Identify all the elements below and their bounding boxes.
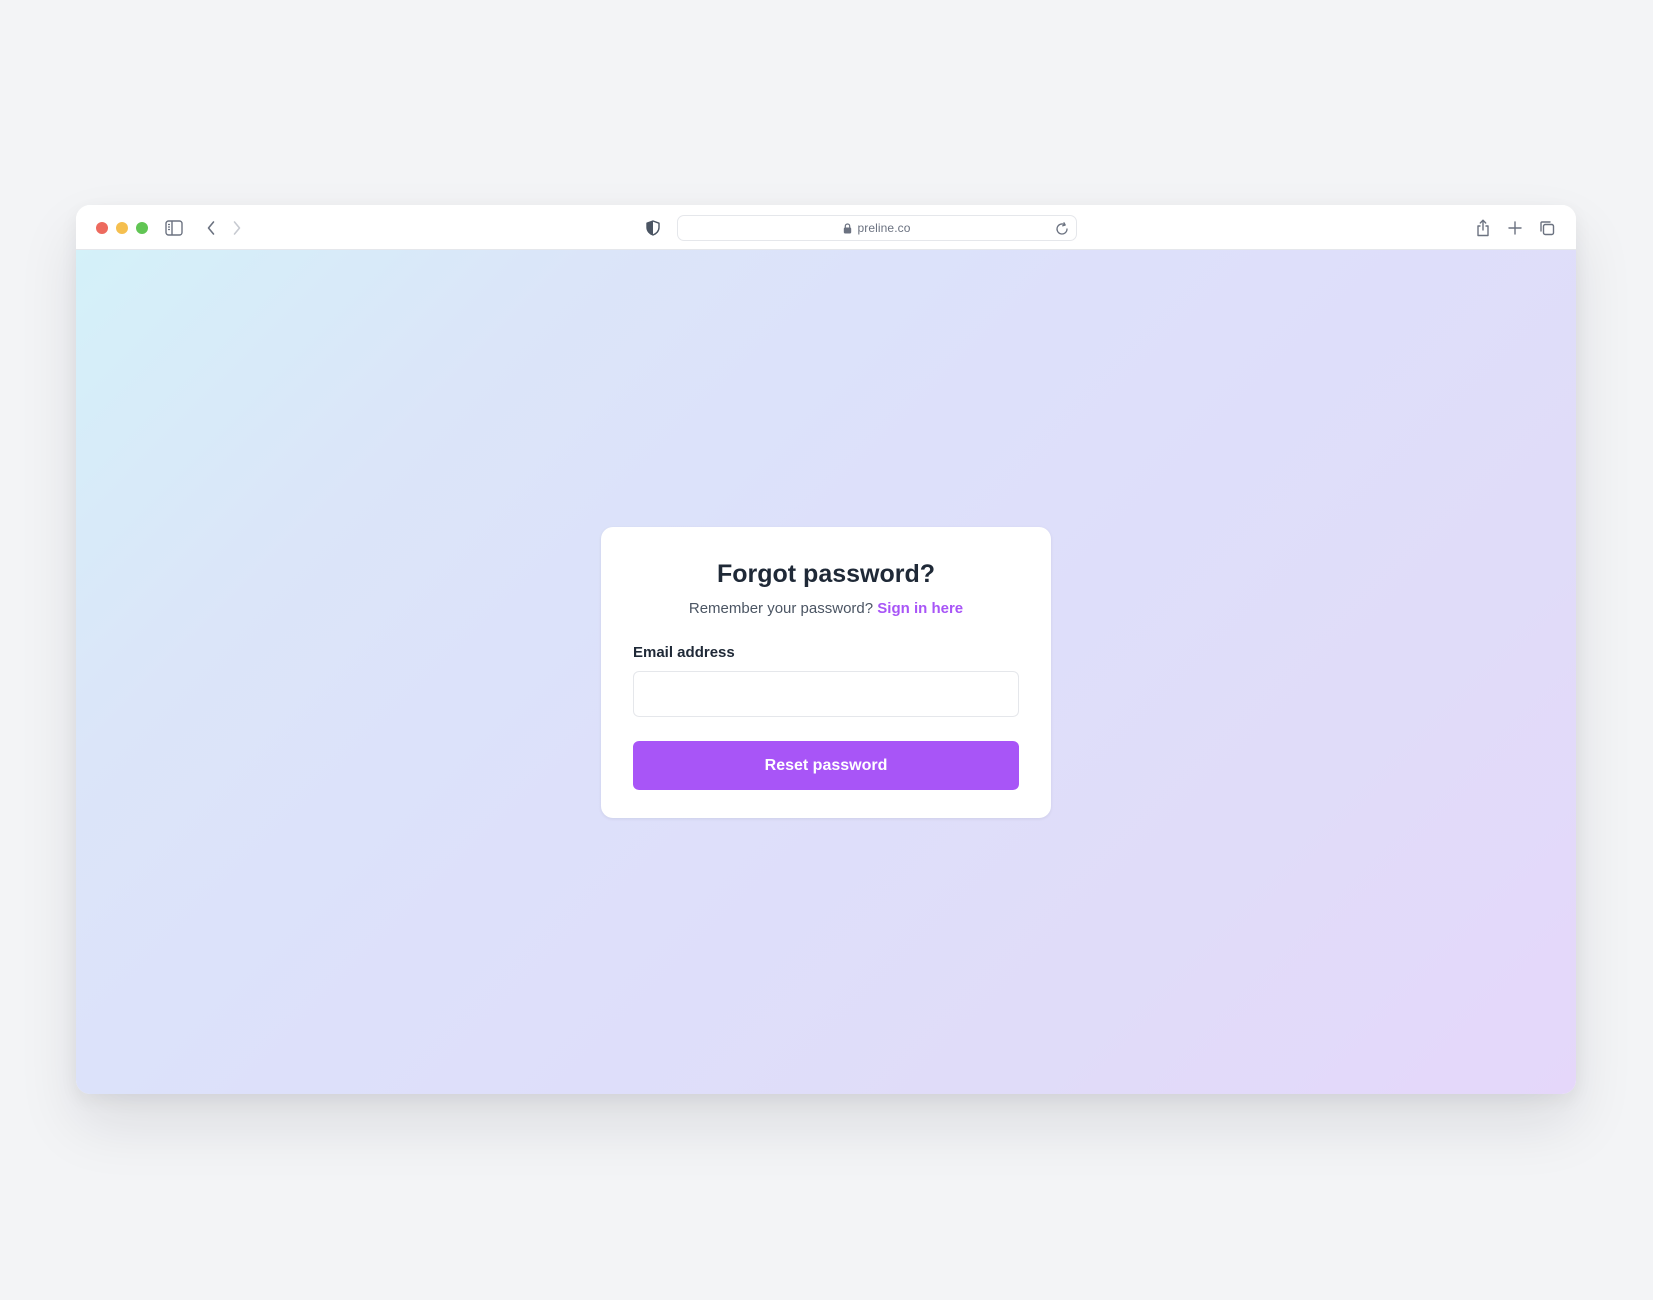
chevron-right-icon[interactable] — [227, 218, 247, 238]
forgot-password-card: Forgot password? Remember your password?… — [601, 527, 1051, 818]
browser-toolbar: preline.co — [76, 205, 1576, 250]
minimize-window-button[interactable] — [116, 222, 128, 234]
sign-in-link[interactable]: Sign in here — [877, 600, 963, 617]
lock-icon — [843, 222, 852, 234]
browser-window: preline.co Forgot password? Remember you… — [76, 205, 1576, 1094]
page-content: Forgot password? Remember your password?… — [76, 250, 1576, 1094]
signin-prompt: Remember your password? Sign in here — [633, 599, 1019, 619]
page-title: Forgot password? — [716, 560, 936, 588]
tabs-icon[interactable] — [1537, 218, 1557, 238]
close-window-button[interactable] — [96, 222, 108, 234]
reload-icon[interactable] — [1054, 221, 1070, 237]
chevron-left-icon[interactable] — [201, 218, 221, 238]
shield-icon[interactable] — [643, 218, 663, 238]
url-text: preline.co — [857, 221, 911, 235]
share-icon[interactable] — [1473, 218, 1493, 238]
reset-password-button[interactable]: Reset password — [633, 741, 1019, 790]
signin-prompt-text: Remember your password? — [688, 600, 874, 617]
address-bar[interactable]: preline.co — [677, 215, 1077, 241]
plus-icon[interactable] — [1505, 218, 1525, 238]
sidebar-icon[interactable] — [164, 218, 184, 238]
email-label: Email address — [633, 644, 735, 661]
zoom-window-button[interactable] — [136, 222, 148, 234]
email-input[interactable] — [633, 671, 1019, 717]
